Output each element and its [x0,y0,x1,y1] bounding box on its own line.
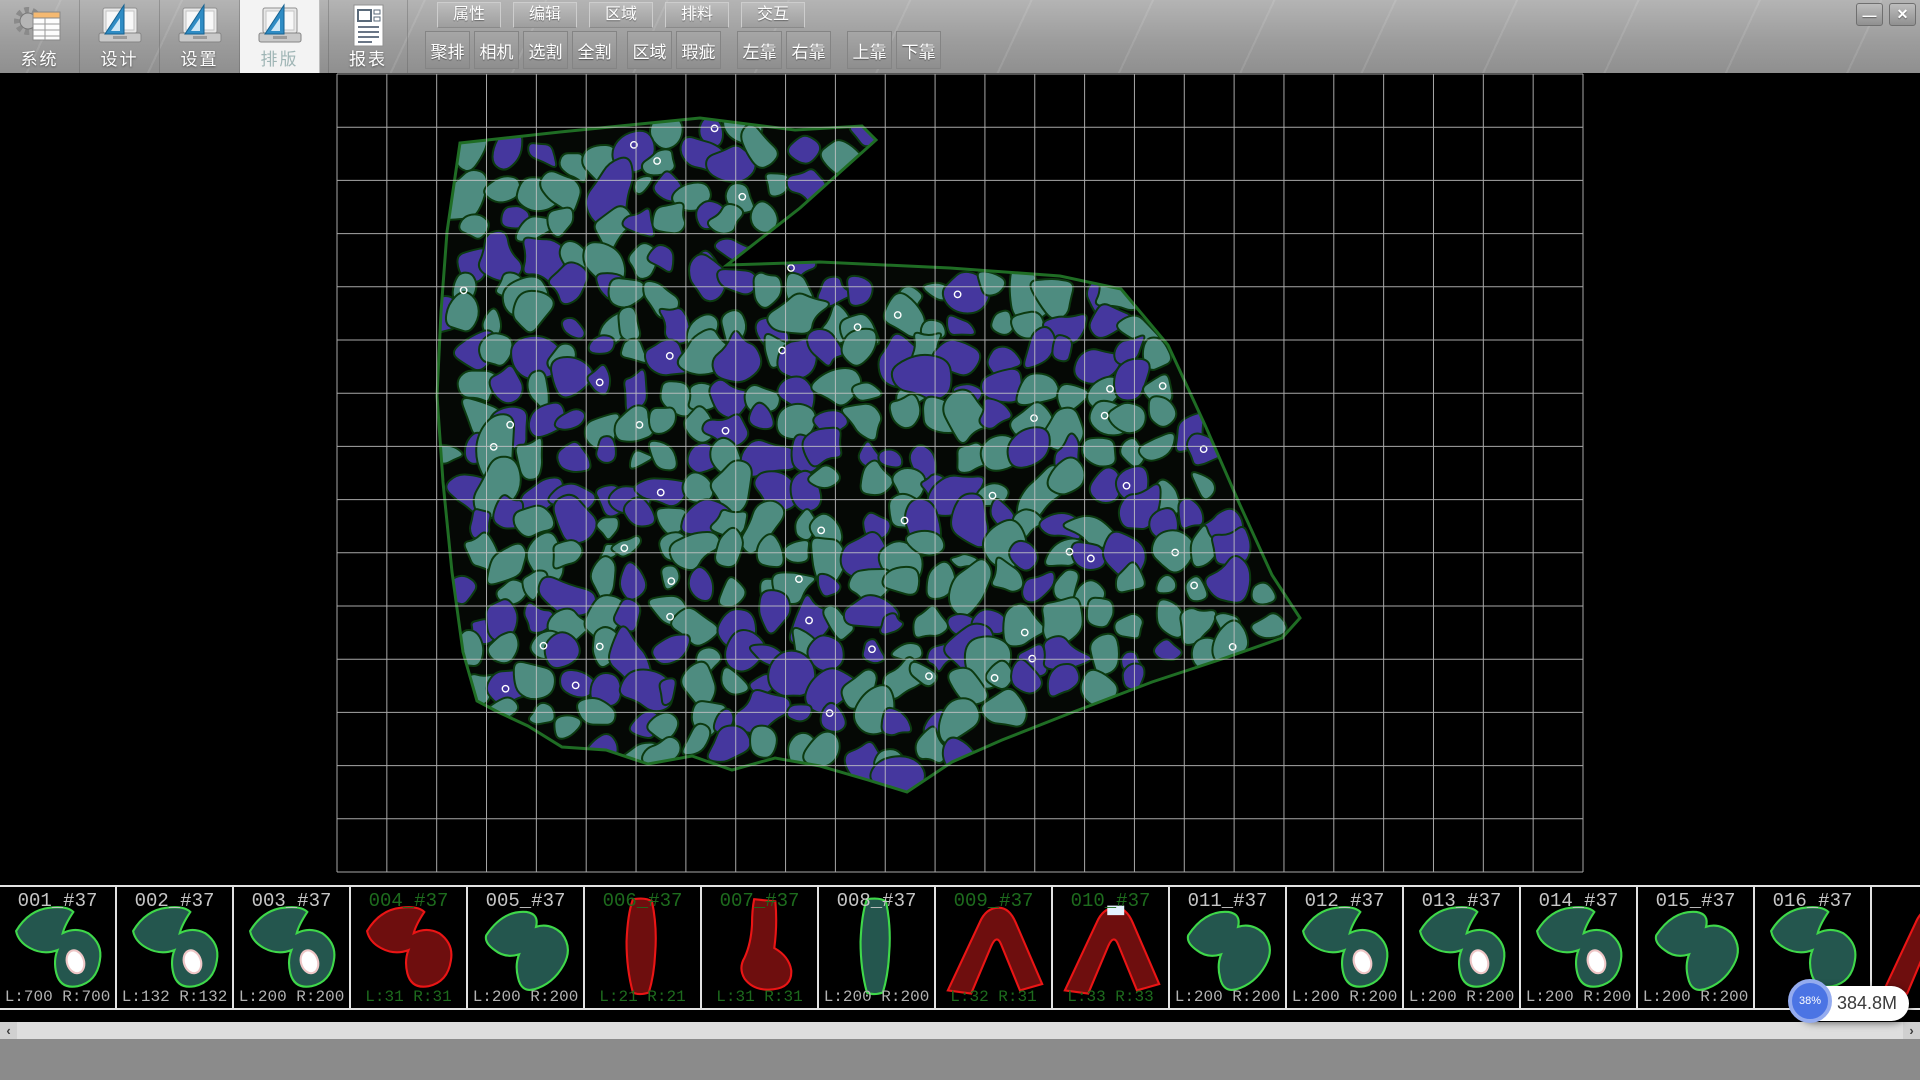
piece-lr-count: L:21 R:21 [585,988,700,1006]
close-button[interactable]: ✕ [1889,3,1916,26]
piece-lr-count: L:200 R:200 [1404,988,1519,1006]
button-camera[interactable]: 相机 [474,31,519,69]
progress-percent: 38% [1799,995,1821,1007]
top-toolbar: 系统 设计 设置 排版 报表 属性 编辑 区域 排料 交互 [0,0,1920,73]
window-controls: — ✕ [1856,3,1916,26]
progress-percent-badge[interactable]: 38% [1788,979,1832,1023]
button-region[interactable]: 区域 [627,31,672,69]
piece-lr-count: L:31 R:31 [702,988,817,1006]
piece-thumbnail[interactable]: 006_#37 L:21 R:21 [585,887,702,1008]
piece-name: 004_#37 [351,890,466,912]
piece-name: 014_#37 [1521,890,1636,912]
button-snap-top[interactable]: 上靠 [847,31,892,69]
horizontal-scrollbar[interactable]: ‹ › [0,1022,1920,1039]
piece-lr-count: L:200 R:200 [1521,988,1636,1006]
memory-value: 384.8M [1837,993,1897,1014]
nav-button-system[interactable]: 系统 [0,0,80,73]
piece-thumbnail[interactable]: 008_#37 L:200 R:200 [819,887,936,1008]
piece-name: 013_#37 [1404,890,1519,912]
status-bar [0,1039,1920,1080]
nav-button-report[interactable]: 报表 [328,0,408,73]
button-snap-right[interactable]: 右靠 [786,31,831,69]
tab-region[interactable]: 区域 [589,2,653,28]
piece-thumbnail[interactable]: 004_#37 L:31 R:31 [351,887,468,1008]
piece-name: 006_#37 [585,890,700,912]
minimize-button[interactable]: — [1856,3,1883,26]
piece-lr-count: L:33 R:33 [1053,988,1168,1006]
tab-properties[interactable]: 属性 [437,2,501,28]
piece-thumbnail[interactable]: 010_#37 L:33 R:33 [1053,887,1170,1008]
button-snap-bottom[interactable]: 下靠 [896,31,941,69]
piece-lr-count: L:200 R:200 [1638,988,1753,1006]
menu-tab-bar: 属性 编辑 区域 排料 交互 [437,2,805,28]
piece-lr-count: L:32 R:31 [936,988,1051,1006]
report-document-icon [341,3,395,49]
piece-lr-count: L:200 R:200 [1287,988,1402,1006]
nav-button-label: 报表 [349,49,387,71]
tab-interactive[interactable]: 交互 [741,2,805,28]
piece-name: 012_#37 [1287,890,1402,912]
piece-thumbnail[interactable]: 002_#37 L:132 R:132 [117,887,234,1008]
piece-name: 007_#37 [702,890,817,912]
design-ruler-icon [253,3,307,49]
piece-thumbnail[interactable]: 009_#37 L:32 R:31 [936,887,1053,1008]
design-ruler-icon [93,3,147,49]
piece-thumbnail[interactable]: 005_#37 L:200 R:200 [468,887,585,1008]
design-ruler-icon [173,3,227,49]
piece-name: 003_#37 [234,890,349,912]
nav-button-label: 设置 [181,49,219,71]
piece-thumbnail[interactable]: 011_#37 L:200 R:200 [1170,887,1287,1008]
piece-lr-count: L:200 R:200 [819,988,934,1006]
nav-button-settings[interactable]: 设置 [160,0,240,73]
piece-thumbnail[interactable]: 013_#37 L:200 R:200 [1404,887,1521,1008]
piece-thumbnail[interactable]: 012_#37 L:200 R:200 [1287,887,1404,1008]
scrollbar-track[interactable] [17,1022,1903,1039]
piece-thumbnail[interactable]: 001_#37 L:700 R:700 [0,887,117,1008]
nav-button-design[interactable]: 设计 [80,0,160,73]
piece-lr-count: L:132 R:132 [117,988,232,1006]
piece-name: 001_#37 [0,890,115,912]
piece-lr-count: L:700 R:700 [0,988,115,1006]
piece-name: 008_#37 [819,890,934,912]
piece-thumbnail-strip: 001_#37L:700 R:700002_#37L:132 R:132003_… [0,885,1920,1010]
button-cluster-nest[interactable]: 聚排 [425,31,470,69]
minimize-icon: — [1863,7,1877,23]
scroll-left-icon[interactable]: ‹ [0,1022,17,1039]
piece-name: 016_#37 [1755,890,1870,912]
piece-lr-count: L:31 R:31 [351,988,466,1006]
nav-button-label: 系统 [21,49,59,71]
button-select-cut[interactable]: 选割 [523,31,568,69]
nav-button-layout[interactable]: 排版 [240,0,320,73]
piece-lr-count: L:200 R:200 [468,988,583,1006]
nav-button-label: 设计 [101,49,139,71]
action-button-bar: 聚排 相机 选割 全割 区域 瑕疵 左靠 [425,31,941,69]
tab-nesting[interactable]: 排料 [665,2,729,28]
button-snap-left[interactable]: 左靠 [737,31,782,69]
nav-button-group: 系统 设计 设置 排版 报表 [0,0,408,73]
piece-name: 011_#37 [1170,890,1285,912]
piece-thumbnail[interactable]: 003_#37 L:200 R:200 [234,887,351,1008]
piece-thumbnail[interactable]: 014_#37 L:200 R:200 [1521,887,1638,1008]
scroll-right-icon[interactable]: › [1903,1022,1920,1039]
piece-lr-count: L:200 R:200 [234,988,349,1006]
piece-lr-count: L:200 R:200 [1170,988,1285,1006]
button-cut-all[interactable]: 全割 [572,31,617,69]
piece-name: 002_#37 [117,890,232,912]
nesting-canvas[interactable] [0,73,1920,885]
piece-name: 009_#37 [936,890,1051,912]
piece-thumbnail[interactable]: 007_#37 L:31 R:31 [702,887,819,1008]
button-defect[interactable]: 瑕疵 [676,31,721,69]
piece-name: 010_#37 [1053,890,1168,912]
piece-name: 005_#37 [468,890,583,912]
piece-name: 0 [1872,890,1920,912]
piece-name: 015_#37 [1638,890,1753,912]
system-gear-icon [13,3,67,49]
nav-button-label: 排版 [261,49,299,71]
tab-edit[interactable]: 编辑 [513,2,577,28]
close-icon: ✕ [1897,6,1909,23]
piece-thumbnail[interactable]: 015_#37 L:200 R:200 [1638,887,1755,1008]
